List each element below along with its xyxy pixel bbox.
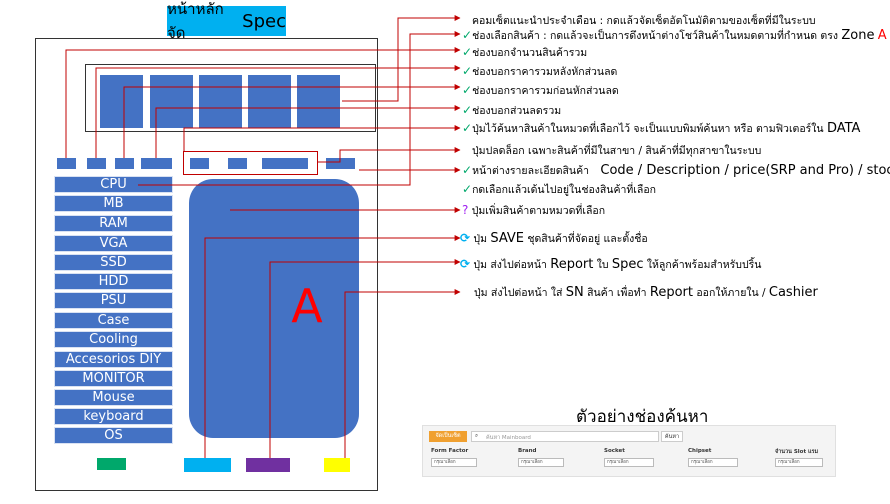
filter-label-ram-slots: จำนวน Slot แรม xyxy=(775,449,819,455)
search-placeholder: ค้นหา Mainboard xyxy=(486,435,531,441)
annotation-12: ⟳ ปุ่ม SAVE ชุดสินค้าที่จัดอยู่ และตั้งช… xyxy=(460,231,648,246)
arrow-category xyxy=(138,31,461,186)
filter-label-socket: Socket xyxy=(604,448,625,454)
annotation-5: ✓ช่องบอกราคารวมก่อนหักส่วนลด xyxy=(462,83,619,97)
annotation-4: ✓ช่องบอกราคารวมหลังหักส่วนลด xyxy=(462,64,618,78)
annotation-2: ✓ช่องเลือกสินค้า : กดแล้วจะเป็นการดึงหน้… xyxy=(462,28,887,43)
filter-label-form-factor: Form Factor xyxy=(431,448,469,454)
annotation-6: ✓ช่องบอกส่วนลดรวม xyxy=(462,103,562,117)
annotation-11: ? ปุ่มเพิ่มสินค้าตามหมวดที่เลือก xyxy=(462,203,606,217)
annotation-14: ปุ่ม ส่งไปต่อหน้า ใส่ SN สินค้า เพื่อทำ … xyxy=(474,285,818,300)
arrow-unlock xyxy=(317,147,461,163)
example-search-button[interactable]: ค้นหา xyxy=(661,431,683,442)
arrow-price-after xyxy=(95,65,461,158)
filter-label-brand: Brand xyxy=(518,448,537,454)
arrow-total-quantity xyxy=(65,47,461,158)
example-search-panel: จัดเป็นเซ็ต ⌕ ค้นหา Mainboard ค้นหา Form… xyxy=(422,425,836,477)
annotation-8: ปุ่มปลดล็อก เฉพาะสินค้าที่มีในสาขา / สิน… xyxy=(472,145,762,157)
filter-select-form-factor[interactable]: กรุณาเลือก xyxy=(431,458,477,467)
arrow-search xyxy=(183,125,461,151)
filter-select-chipset[interactable]: กรุณาเลือก xyxy=(688,458,738,467)
filter-select-socket[interactable]: กรุณาเลือก xyxy=(604,458,654,467)
annotation-7: ✓ปุ่มไว้ค้นหาสินค้าในหมวดที่เลือกไว้ จะเ… xyxy=(462,121,861,136)
annotation-13: ⟳ ปุ่ม ส่งไปต่อหน้า Report ใบ Spec ให้ลู… xyxy=(460,257,762,272)
category-button[interactable]: จัดเป็นเซ็ต xyxy=(429,431,467,442)
filter-select-ram-slots[interactable]: กรุณาเลือก xyxy=(775,458,823,467)
annotation-10: ✓กดเลือกแล้วเด้นไปอยู่ในช่องสินค้าที่เลื… xyxy=(462,182,656,196)
example-search-input[interactable]: ⌕ ค้นหา Mainboard xyxy=(471,431,659,442)
filter-label-chipset: Chipset xyxy=(688,448,712,454)
annotation-9: ✓หน้าต่างรายละเอียดสินค้า Code / Descrip… xyxy=(462,163,890,178)
search-icon: ⌕ xyxy=(475,433,479,439)
filter-select-brand[interactable]: กรุณาเลือก xyxy=(518,458,564,467)
annotation-3: ✓ช่องบอกจำนวนสินค้ารวม xyxy=(462,45,588,59)
arrow-recommended-sets xyxy=(342,15,461,102)
